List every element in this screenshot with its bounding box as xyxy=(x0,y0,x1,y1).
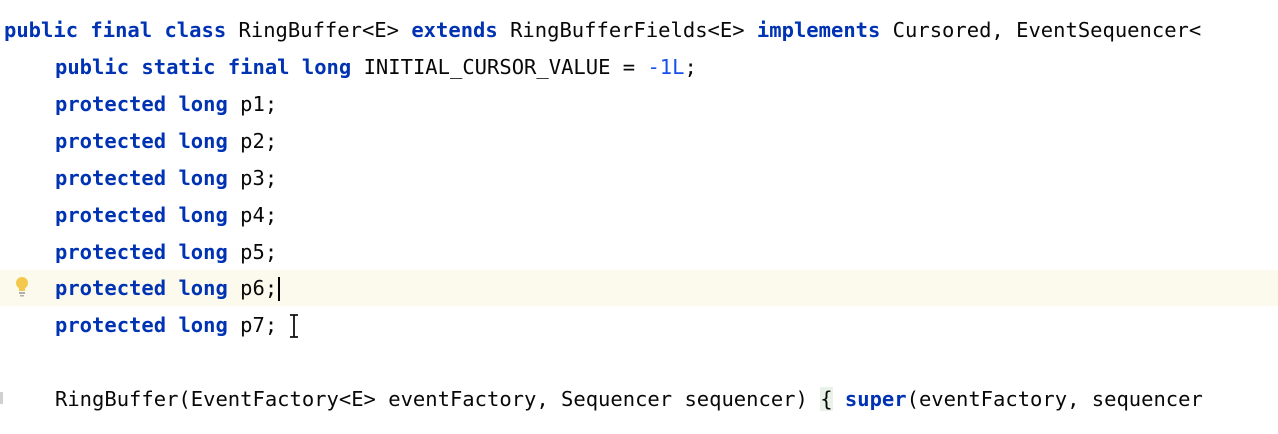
code-token: (eventFactory, sequencer xyxy=(906,387,1203,411)
code-line-field-p1[interactable]: protected long p1; xyxy=(0,86,1278,122)
code-token: p3; xyxy=(227,166,278,190)
code-line-field-p5[interactable]: protected long p5; xyxy=(0,234,1278,270)
code-text: protected long p2; xyxy=(55,123,277,159)
code-line-field-p7[interactable]: protected long p7; xyxy=(0,307,1278,343)
keyword-token: protected xyxy=(55,240,167,264)
code-text: protected long p6; xyxy=(55,270,281,306)
keyword-token: long xyxy=(178,203,228,227)
code-text: protected long p7; xyxy=(55,307,277,343)
code-line-field-p2[interactable]: protected long p2; xyxy=(0,123,1278,159)
keyword-token: class xyxy=(164,18,227,42)
code-token: p6; xyxy=(227,276,278,300)
code-token: RingBufferFields<E> xyxy=(497,18,757,42)
lightbulb-icon[interactable] xyxy=(13,276,31,298)
code-line-field-p6[interactable]: protected long p6; xyxy=(0,270,1278,306)
code-token: INITIAL_CURSOR_VALUE = xyxy=(351,55,648,79)
code-line-class-decl[interactable]: public final class RingBuffer<E> extends… xyxy=(0,12,1278,48)
code-editor[interactable]: public final class RingBuffer<E> extends… xyxy=(0,0,1278,434)
keyword-token: protected xyxy=(55,166,167,190)
code-text: protected long p1; xyxy=(55,86,277,122)
code-text: public static final long INITIAL_CURSOR_… xyxy=(55,49,697,85)
keyword-token: static xyxy=(141,55,216,79)
code-token: p7; xyxy=(227,313,278,337)
keyword-token: super xyxy=(844,387,907,411)
code-line-blank[interactable] xyxy=(0,344,1278,380)
keyword-token: extends xyxy=(411,18,498,42)
code-token: p4; xyxy=(227,203,278,227)
keyword-token: protected xyxy=(55,313,167,337)
keyword-token: protected xyxy=(55,203,167,227)
keyword-token: long xyxy=(178,313,228,337)
keyword-token: protected xyxy=(55,92,167,116)
number-token: -1L xyxy=(647,55,685,79)
code-token: p5; xyxy=(227,240,278,264)
code-token: RingBuffer<E> xyxy=(226,18,412,42)
keyword-token: long xyxy=(301,55,352,79)
code-token: ; xyxy=(684,55,697,79)
keyword-token: implements xyxy=(756,18,881,42)
keyword-token: final xyxy=(227,55,290,79)
keyword-token: long xyxy=(178,92,228,116)
code-token: p1; xyxy=(227,92,278,116)
text-cursor-icon xyxy=(287,313,301,339)
keyword-token: protected xyxy=(55,276,167,300)
keyword-token: long xyxy=(178,166,228,190)
code-token: { xyxy=(820,387,833,411)
code-token: p2; xyxy=(227,129,278,153)
code-line-constructor[interactable]: RingBuffer(EventFactory<E> eventFactory,… xyxy=(0,381,1278,417)
code-text: protected long p3; xyxy=(55,160,277,196)
keyword-token: long xyxy=(178,240,228,264)
code-line-field-p4[interactable]: protected long p4; xyxy=(0,197,1278,233)
keyword-token: public xyxy=(4,18,79,42)
text-caret xyxy=(278,277,281,301)
keyword-token: public xyxy=(55,55,130,79)
code-token: RingBuffer(EventFactory<E> eventFactory,… xyxy=(55,387,821,411)
code-text: RingBuffer(EventFactory<E> eventFactory,… xyxy=(55,381,1203,417)
code-text: protected long p5; xyxy=(55,234,277,270)
code-line-initial-cursor-value[interactable]: public static final long INITIAL_CURSOR_… xyxy=(0,49,1278,85)
keyword-token: protected xyxy=(55,129,167,153)
keyword-token: final xyxy=(90,18,153,42)
keyword-token: long xyxy=(178,276,228,300)
code-text: public final class RingBuffer<E> extends… xyxy=(4,12,1201,48)
code-line-field-p3[interactable]: protected long p3; xyxy=(0,160,1278,196)
code-token: Cursored, EventSequencer< xyxy=(880,18,1202,42)
code-text: protected long p4; xyxy=(55,197,277,233)
keyword-token: long xyxy=(178,129,228,153)
